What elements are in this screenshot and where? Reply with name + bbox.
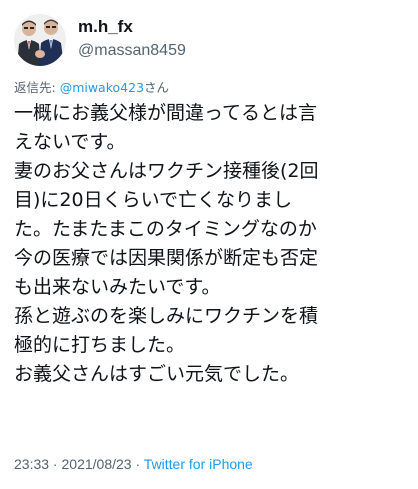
- tweet-time[interactable]: 23:33: [14, 456, 49, 472]
- reply-to-label: 返信先:: [14, 80, 60, 95]
- tweet-text-line: 孫と遊ぶのを楽しみにワクチンを積: [14, 305, 319, 327]
- tweet-text-line: 目)に20日くらいで亡くなりまし: [14, 189, 293, 211]
- tweet-text-line: 妻のお父さんはワクチン接種後(2回: [14, 160, 319, 182]
- tweet-text-line: えないです。: [14, 131, 126, 153]
- display-name[interactable]: m.h_fx: [78, 17, 133, 37]
- tweet-text-line: 今の医療では因果関係が断定も否定: [14, 247, 319, 269]
- avatar-image: [14, 14, 66, 66]
- tweet-source-link[interactable]: Twitter for iPhone: [144, 456, 253, 472]
- tweet-meta: 23:33 · 2021/08/23 · Twitter for iPhone: [14, 456, 253, 472]
- meta-separator: ·: [131, 456, 144, 472]
- user-handle[interactable]: @massan8459: [78, 42, 186, 60]
- meta-separator: ·: [49, 456, 62, 472]
- tweet-text-line: も出来ないみたいです。: [14, 276, 221, 298]
- reply-mention-link[interactable]: @miwako423: [60, 80, 144, 95]
- tweet: m.h_fx @massan8459 返信先: @miwako423さん 一概に…: [0, 0, 418, 489]
- tweet-text-line: 一概にお義父様が間違ってるとは言: [14, 102, 318, 124]
- avatar[interactable]: [14, 14, 66, 66]
- tweet-date[interactable]: 2021/08/23: [62, 456, 132, 472]
- tweet-text-line: お義父さんはすごい元気でした。: [14, 363, 300, 385]
- tweet-body: 一概にお義父様が間違ってるとは言 えないです。 妻のお父さんはワクチン接種後(2…: [14, 99, 412, 389]
- reply-honorific: さん: [144, 80, 170, 95]
- reply-to-line: 返信先: @miwako423さん: [14, 77, 169, 96]
- tweet-text-line: た。たまたまこのタイミングなのか: [14, 218, 317, 240]
- tweet-text-line: 極的に打ちました。: [14, 334, 186, 356]
